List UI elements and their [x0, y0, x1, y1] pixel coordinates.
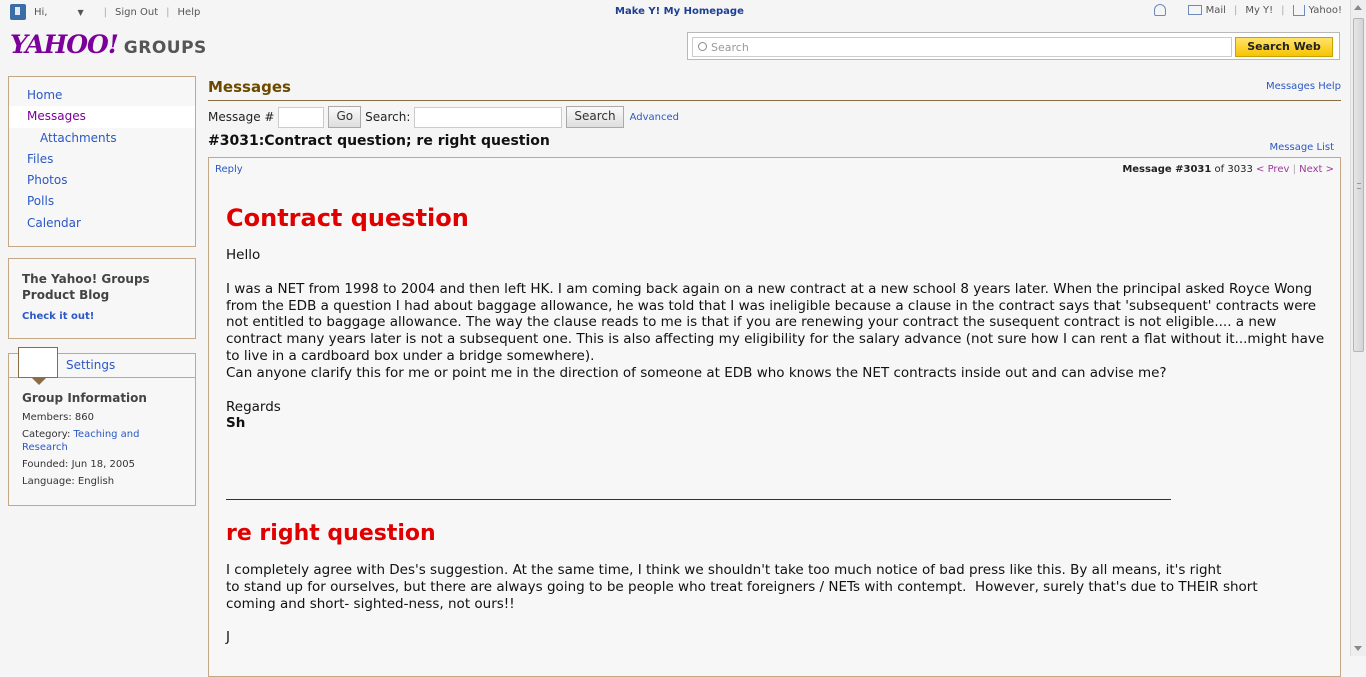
message-greeting: Hello [226, 247, 261, 263]
reply-signature: J [226, 629, 230, 646]
scroll-thumb[interactable] [1353, 18, 1364, 352]
sidebar-item-calendar[interactable]: Calendar [9, 213, 195, 234]
reply-heading: re right question [226, 521, 436, 546]
chevron-down-icon[interactable]: ▼ [77, 8, 83, 17]
greeting-text: Hi, [34, 6, 48, 18]
check-it-out-link[interactable]: Check it out! [22, 311, 182, 322]
search-web-button[interactable]: Search Web [1235, 37, 1333, 57]
go-button[interactable]: Go [328, 106, 362, 128]
messages-help-link[interactable]: Messages Help [1266, 81, 1341, 92]
bell-icon[interactable] [1153, 4, 1166, 16]
message-list-link[interactable]: Message List [1270, 142, 1335, 153]
logo-yahoo: YAHOO! [10, 30, 119, 59]
top-utility-bar: Hi, ▼ | Sign Out | Help Make Y! My Homep… [0, 0, 1350, 24]
mail-link[interactable]: Mail [1206, 5, 1226, 16]
search-placeholder: Search [711, 41, 749, 54]
divider: | [103, 6, 108, 18]
reply-paragraph: I completely agree with Des's suggestion… [226, 562, 1258, 612]
home-icon[interactable] [1292, 4, 1305, 16]
mail-icon[interactable] [1187, 5, 1202, 15]
message-number-label: Message # [208, 110, 275, 124]
language-value: English [77, 476, 115, 487]
group-nav: Home Messages Attachments Files Photos P… [8, 76, 196, 247]
members-label: Members: [22, 412, 72, 423]
divider: | [1292, 164, 1296, 175]
search-icon [698, 42, 707, 51]
title-divider [208, 100, 1341, 101]
web-search-bar: Search Search Web [687, 32, 1340, 60]
page-title: Messages [208, 78, 291, 96]
sidebar-item-home[interactable]: Home [9, 85, 195, 106]
search-input[interactable]: Search [692, 37, 1232, 57]
members-count: 860 [74, 412, 94, 423]
pager-current: Message #3031 [1122, 164, 1212, 175]
make-homepage-link[interactable]: Make Y! My Homepage [615, 6, 744, 17]
tab-settings[interactable]: Settings [66, 358, 115, 372]
message-search-input[interactable] [414, 106, 563, 128]
yahoo-home-link[interactable]: Yahoo! [1309, 5, 1342, 16]
yahoo-groups-logo[interactable]: YAHOO! GROUPS [10, 30, 207, 59]
pager-total: of 3033 [1214, 164, 1253, 175]
message-navigation: Message # Go Search: Search Advanced [208, 106, 679, 128]
sidebar-item-photos[interactable]: Photos [9, 170, 195, 191]
message-subject: #3031:Contract question; re right questi… [208, 133, 550, 149]
profile-icon[interactable] [10, 4, 26, 20]
sidebar-item-files[interactable]: Files [9, 149, 195, 170]
category-label: Category: [22, 429, 71, 440]
page-scrollbar[interactable] [1350, 0, 1366, 656]
sidebar-item-attachments[interactable]: Attachments [9, 128, 195, 149]
group-info-panel: Settings Group Information Members: 860 … [8, 347, 196, 506]
message-regards: Regards [226, 398, 281, 415]
next-link[interactable]: Next > [1299, 164, 1334, 175]
top-bar-right: Mail | My Y! | Yahoo! [1153, 4, 1342, 16]
language-label: Language: [22, 476, 75, 487]
message-panel: Reply Message #3031 of 3033 < Prev | Nex… [208, 157, 1341, 677]
reply-divider [226, 499, 1171, 500]
scroll-up-icon[interactable] [1354, 5, 1362, 10]
blog-title: The Yahoo! Groups Product Blog [22, 272, 150, 302]
founded-date: Jun 18, 2005 [71, 459, 135, 470]
scroll-down-icon[interactable] [1354, 646, 1362, 651]
members-row: Members: 860 [9, 411, 195, 424]
founded-label: Founded: [22, 459, 69, 470]
divider: | [166, 6, 170, 18]
message-signature: Sh [226, 415, 246, 432]
message-paragraph: I was a NET from 1998 to 2004 and then l… [226, 280, 1325, 381]
message-search-button[interactable]: Search [566, 106, 624, 128]
founded-row: Founded: Jun 18, 2005 [9, 458, 195, 471]
message-body-2: re right question I completely agree wit… [226, 520, 1326, 646]
prev-link[interactable]: < Prev [1256, 164, 1289, 175]
divider: | [1281, 4, 1285, 16]
divider: | [1233, 4, 1238, 16]
message-heading: Contract question [226, 204, 469, 232]
search-label: Search: [365, 110, 411, 124]
message-body-1: Contract question Hello I was a NET from… [226, 203, 1326, 432]
reply-link[interactable]: Reply [215, 164, 243, 175]
sidebar-item-polls[interactable]: Polls [9, 191, 195, 212]
blog-promo: The Yahoo! Groups Product Blog Check it … [8, 258, 196, 339]
language-row: Language: English [9, 475, 195, 488]
top-bar-left: Hi, ▼ | Sign Out | Help [10, 4, 200, 20]
logo-groups: GROUPS [123, 38, 207, 58]
help-link[interactable]: Help [178, 7, 201, 18]
grip-icon [1357, 183, 1361, 189]
message-number-input[interactable] [278, 106, 325, 128]
sidebar-item-messages[interactable]: Messages [9, 106, 195, 128]
category-row: Category: Teaching and Research [9, 428, 195, 454]
my-yahoo-link[interactable]: My Y! [1245, 5, 1273, 16]
message-pager: Message #3031 of 3033 < Prev | Next > [1122, 164, 1334, 175]
tab-info[interactable] [18, 347, 58, 385]
advanced-search-link[interactable]: Advanced [630, 112, 679, 123]
info-tabs: Settings [9, 347, 195, 385]
sign-out-link[interactable]: Sign Out [115, 7, 158, 18]
